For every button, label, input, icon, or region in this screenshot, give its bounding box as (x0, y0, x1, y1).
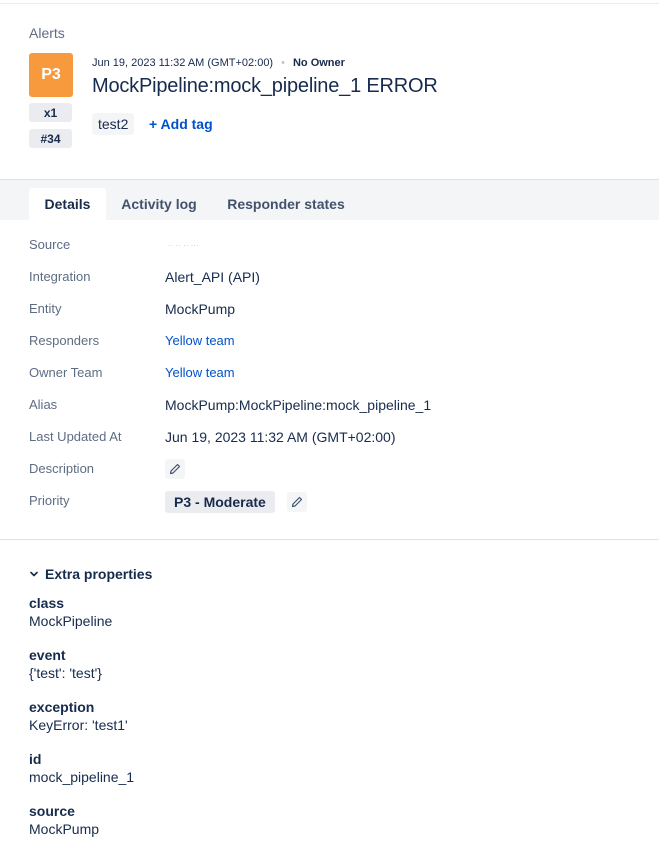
extra-properties-title: Extra properties (45, 566, 153, 582)
meta-separator: • (281, 57, 285, 69)
entity-label: Entity (29, 301, 62, 316)
alert-meta: Jun 19, 2023 11:32 AM (GMT+02:00) • No Own… (92, 57, 345, 69)
owner-team-label: Owner Team (29, 365, 103, 380)
entity-value: MockPump (165, 301, 236, 317)
property-key: exception (29, 699, 95, 715)
property-key: id (29, 751, 42, 767)
pencil-icon (291, 496, 303, 508)
last-updated-label: Last Updated At (29, 429, 122, 444)
tabs-bar: Details Activity log Responder states (0, 179, 659, 220)
priority-badge: P3 (29, 53, 73, 97)
top-border (0, 0, 659, 4)
tab-responder-states[interactable]: Responder states (216, 188, 356, 220)
property-key: class (29, 595, 65, 611)
tab-activity-log[interactable]: Activity log (110, 188, 208, 220)
responders-label: Responders (29, 333, 100, 348)
pencil-icon (169, 463, 181, 475)
owner-label[interactable]: No Owner (293, 57, 345, 69)
add-tag-button[interactable]: + Add tag (149, 116, 213, 132)
property-key: source (29, 803, 75, 819)
edit-priority-button[interactable] (287, 492, 307, 512)
priority-label: Priority (29, 493, 70, 508)
last-updated-value: Jun 19, 2023 11:32 AM (GMT+02:00) (165, 429, 396, 445)
created-timestamp: Jun 19, 2023 11:32 AM (GMT+02:00) (92, 57, 274, 69)
property-value: MockPump (29, 821, 100, 837)
property-value: mock_pipeline_1 (29, 769, 135, 785)
edit-description-button[interactable] (165, 459, 185, 479)
property-key: event (29, 647, 66, 663)
tab-details[interactable]: Details (29, 188, 106, 220)
priority-value: P3 - Moderate (165, 491, 275, 513)
integration-label: Integration (29, 269, 91, 284)
owner-team-link[interactable]: Yellow team (165, 365, 235, 380)
chevron-down-icon (30, 571, 38, 577)
responders-link[interactable]: Yellow team (165, 333, 235, 348)
property-value: {'test': 'test'} (29, 665, 102, 681)
alert-title: MockPipeline:mock_pipeline_1 ERROR (92, 75, 438, 97)
integration-value: Alert_API (API) (165, 269, 260, 285)
alias-label: Alias (29, 397, 58, 412)
property-value: KeyError: 'test1' (29, 717, 128, 733)
property-value: MockPipeline (29, 613, 113, 629)
description-label: Description (29, 461, 95, 476)
alert-count-badge: x1 (29, 103, 72, 122)
alias-value: MockPump:MockPipeline:mock_pipeline_1 (165, 397, 432, 413)
source-value: ·· ·· ·· ··· (168, 243, 199, 248)
source-label: Source (29, 237, 71, 252)
alert-detail-page: Alerts P3 x1 #34 Jun 19, 2023 11:32 AM (… (0, 0, 659, 857)
section-divider (0, 539, 659, 540)
extra-properties-toggle[interactable]: Extra properties (29, 566, 152, 582)
tag-chip[interactable]: test2 (92, 113, 135, 135)
alert-number-badge: #34 (29, 129, 72, 148)
breadcrumb[interactable]: Alerts (29, 25, 65, 41)
